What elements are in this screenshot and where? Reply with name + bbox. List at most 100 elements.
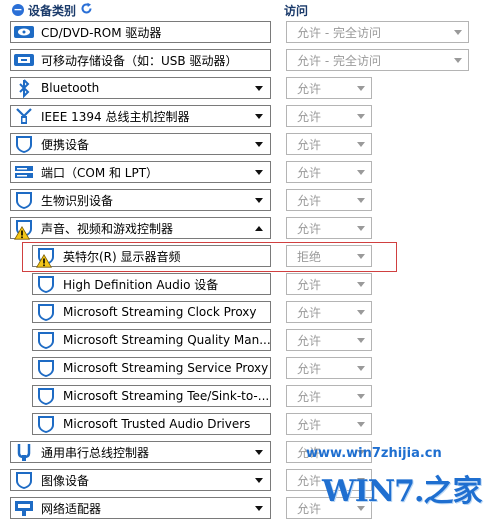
dropdown-arrow-icon[interactable] (357, 421, 365, 427)
port-icon (11, 161, 37, 183)
access-select[interactable]: 允许 (286, 357, 372, 379)
access-value: 允许 (297, 81, 322, 96)
device-category-item[interactable]: Microsoft Streaming Tee/Sink-to-... (32, 385, 271, 407)
device-row[interactable]: 声音、视频和游戏控制器 允许 (0, 217, 491, 241)
device-category-item[interactable]: Microsoft Trusted Audio Drivers (32, 413, 271, 435)
device-row[interactable]: CD/DVD-ROM 驱动器 允许 - 完全访问 (0, 21, 491, 45)
device-row[interactable]: Microsoft Streaming Service Proxy 允许 (0, 357, 491, 381)
access-value: 允许 (297, 193, 322, 208)
device-row[interactable]: 便携设备 允许 (0, 133, 491, 157)
device-category-item[interactable]: Bluetooth (10, 77, 271, 99)
device-label: 可移动存储设备（如：USB 驱动器） (41, 53, 238, 68)
device-category-item[interactable]: 网络适配器 (10, 497, 271, 519)
device-label: CD/DVD-ROM 驱动器 (41, 25, 162, 40)
expand-arrow-icon[interactable] (255, 169, 263, 175)
device-label: Microsoft Streaming Quality Man... (63, 333, 270, 347)
access-value: 允许 - 完全访问 (297, 53, 381, 68)
access-select[interactable]: 允许 (286, 217, 372, 239)
device-label: 端口（COM 和 LPT） (41, 165, 159, 180)
expand-arrow-icon[interactable] (255, 449, 263, 455)
collapse-icon[interactable]: − (12, 4, 24, 16)
device-label: IEEE 1394 总线主机控制器 (41, 109, 190, 124)
dropdown-arrow-icon[interactable] (357, 225, 365, 231)
device-row[interactable]: Microsoft Streaming Clock Proxy 允许 (0, 301, 491, 325)
bluetooth-icon (11, 77, 37, 99)
device-row[interactable]: 端口（COM 和 LPT） 允许 (0, 161, 491, 185)
device-category-item[interactable]: 通用串行总线控制器 (10, 441, 271, 463)
dropdown-arrow-icon[interactable] (357, 309, 365, 315)
access-header-label: 访问 (284, 3, 309, 18)
device-category-item[interactable]: 便携设备 (10, 133, 271, 155)
shield-icon (33, 301, 59, 323)
access-select[interactable]: 允许 (286, 133, 372, 155)
device-label: 通用串行总线控制器 (41, 445, 150, 460)
watermark-url: www.win7zhijia.cn (306, 446, 442, 461)
access-select[interactable]: 允许 (286, 273, 372, 295)
dropdown-arrow-icon[interactable] (454, 29, 462, 35)
access-select[interactable]: 允许 (286, 301, 372, 323)
dropdown-arrow-icon[interactable] (357, 393, 365, 399)
dropdown-arrow-icon[interactable] (357, 113, 365, 119)
device-row[interactable]: Bluetooth 允许 (0, 77, 491, 101)
access-select[interactable]: 允许 (286, 385, 372, 407)
device-category-item[interactable]: 声音、视频和游戏控制器 (10, 217, 271, 240)
device-category-item[interactable]: CD/DVD-ROM 驱动器 (10, 21, 271, 43)
access-value: 允许 (297, 417, 322, 432)
device-label: 声音、视频和游戏控制器 (41, 221, 174, 236)
access-value: 允许 (297, 333, 322, 348)
expand-arrow-icon[interactable] (255, 477, 263, 483)
collapse-arrow-icon[interactable] (255, 225, 263, 231)
device-category-item[interactable]: 图像设备 (10, 469, 271, 491)
dropdown-arrow-icon[interactable] (357, 85, 365, 91)
device-category-item[interactable]: High Definition Audio 设备 (32, 273, 271, 295)
device-row[interactable]: IEEE 1394 总线主机控制器 允许 (0, 105, 491, 129)
device-category-item[interactable]: 可移动存储设备（如：USB 驱动器） (10, 49, 271, 71)
usb-drive-icon (11, 49, 37, 71)
device-category-item[interactable]: Microsoft Streaming Service Proxy (32, 357, 271, 379)
device-category-item[interactable]: Microsoft Streaming Clock Proxy (32, 301, 271, 323)
access-select[interactable]: 允许 (286, 105, 372, 127)
dropdown-arrow-icon[interactable] (357, 281, 365, 287)
dropdown-arrow-icon[interactable] (357, 141, 365, 147)
device-row[interactable]: 可移动存储设备（如：USB 驱动器） 允许 - 完全访问 (0, 49, 491, 73)
device-category-item[interactable]: Microsoft Streaming Quality Man... (32, 329, 271, 351)
shield-icon (11, 189, 37, 211)
expand-arrow-icon[interactable] (255, 197, 263, 203)
access-select[interactable]: 允许 - 完全访问 (286, 21, 469, 43)
dropdown-arrow-icon[interactable] (357, 197, 365, 203)
expand-arrow-icon[interactable] (255, 85, 263, 91)
device-label: Microsoft Streaming Tee/Sink-to-... (63, 389, 270, 403)
dropdown-arrow-icon[interactable] (357, 365, 365, 371)
shield-icon (33, 329, 59, 351)
access-select[interactable]: 允许 (286, 413, 372, 435)
expand-arrow-icon[interactable] (255, 505, 263, 511)
refresh-icon[interactable] (80, 2, 93, 18)
category-header-label: 设备类别 (28, 3, 77, 18)
device-row[interactable]: Microsoft Streaming Tee/Sink-to-... 允许 (0, 385, 491, 409)
access-select[interactable]: 允许 (286, 329, 372, 351)
usb-icon (11, 441, 37, 463)
access-value: 允许 (297, 389, 322, 404)
access-select[interactable]: 允许 (286, 189, 372, 211)
device-category-item[interactable]: 端口（COM 和 LPT） (10, 161, 271, 183)
device-label: Microsoft Streaming Clock Proxy (63, 305, 257, 319)
access-value: 允许 - 完全访问 (297, 25, 381, 40)
access-select[interactable]: 允许 (286, 161, 372, 183)
device-row[interactable]: High Definition Audio 设备 允许 (0, 273, 491, 297)
access-value: 允许 (297, 305, 322, 320)
device-category-item[interactable]: IEEE 1394 总线主机控制器 (10, 105, 271, 127)
expand-arrow-icon[interactable] (255, 113, 263, 119)
dropdown-arrow-icon[interactable] (357, 169, 365, 175)
shield-icon (33, 357, 59, 379)
access-select[interactable]: 允许 (286, 77, 372, 99)
device-category-item[interactable]: 生物识别设备 (10, 189, 271, 211)
expand-arrow-icon[interactable] (255, 141, 263, 147)
device-row[interactable]: 生物识别设备 允许 (0, 189, 491, 213)
dropdown-arrow-icon[interactable] (454, 57, 462, 63)
access-select[interactable]: 允许 - 完全访问 (286, 49, 469, 71)
device-label: 网络适配器 (41, 501, 102, 516)
device-row[interactable]: Microsoft Streaming Quality Man... 允许 (0, 329, 491, 353)
dropdown-arrow-icon[interactable] (357, 337, 365, 343)
device-label: 图像设备 (41, 473, 90, 488)
device-row[interactable]: Microsoft Trusted Audio Drivers 允许 (0, 413, 491, 437)
